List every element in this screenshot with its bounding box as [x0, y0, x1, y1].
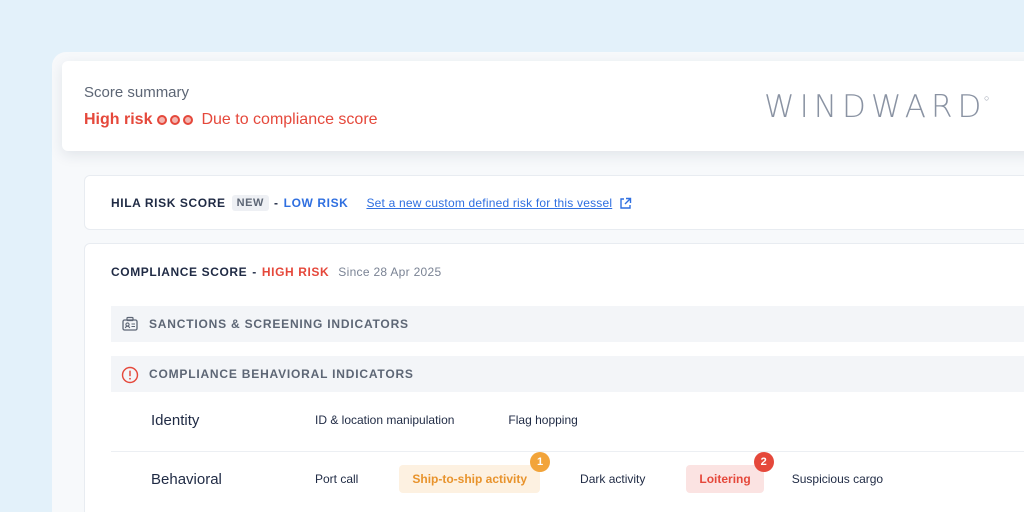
indicator-suspicious-cargo[interactable]: Suspicious cargo	[792, 465, 883, 493]
sanctions-section-title: SANCTIONS & SCREENING INDICATORS	[149, 317, 409, 331]
hila-risk-label: HILA RISK SCORE	[111, 196, 226, 210]
indicator-label: Loitering	[699, 472, 751, 486]
behavioral-section-header[interactable]: COMPLIANCE BEHAVIORAL INDICATORS	[111, 356, 1024, 392]
id-card-icon	[121, 315, 139, 333]
risk-dot	[183, 115, 194, 125]
score-summary-card: Score summary High risk Due to complianc…	[62, 61, 1024, 151]
hila-risk-value: LOW RISK	[283, 196, 349, 210]
custom-risk-link[interactable]: Set a new custom defined risk for this v…	[366, 196, 612, 210]
indicator-id-location-manipulation[interactable]: ID & location manipulation	[315, 406, 454, 434]
compliance-since-date: Since 28 Apr 2025	[338, 265, 442, 279]
compliance-score-label: COMPLIANCE SCORE	[111, 265, 248, 279]
sanctions-section-header[interactable]: SANCTIONS & SCREENING INDICATORS	[111, 306, 1024, 342]
hila-risk-row: HILA RISK SCORE NEW - LOW RISK Set a new…	[111, 195, 632, 211]
windward-logo-mark: ○	[984, 93, 990, 103]
risk-dots-icon	[157, 115, 194, 125]
separator: -	[274, 196, 279, 210]
behavioral-row-label: Behavioral	[151, 470, 222, 488]
hila-risk-card: HILA RISK SCORE NEW - LOW RISK Set a new…	[84, 175, 1024, 230]
risk-dot	[170, 115, 181, 125]
risk-dot	[157, 115, 168, 125]
indicator-port-call[interactable]: Port call	[315, 465, 358, 493]
new-badge: NEW	[231, 195, 270, 211]
external-link-icon[interactable]	[619, 197, 632, 210]
indicator-count-badge: 2	[753, 452, 774, 472]
indicator-label: Ship-to-ship activity	[412, 472, 528, 486]
identity-row-label: Identity	[151, 411, 200, 429]
overall-risk-line: High risk Due to compliance score	[84, 111, 378, 129]
behavioral-row: Behavioral Port call Ship-to-ship activi…	[151, 451, 1024, 507]
compliance-score-card: COMPLIANCE SCORE - HIGH RISK Since 28 Ap…	[84, 243, 1024, 512]
score-summary-title: Score summary	[84, 84, 190, 101]
indicator-flag-hopping[interactable]: Flag hopping	[508, 406, 577, 434]
indicator-dark-activity[interactable]: Dark activity	[580, 465, 645, 493]
behavioral-section-title: COMPLIANCE BEHAVIORAL INDICATORS	[149, 367, 414, 381]
overall-risk-level: High risk	[84, 111, 153, 128]
compliance-score-header: COMPLIANCE SCORE - HIGH RISK Since 28 Ap…	[111, 265, 441, 279]
indicator-loitering[interactable]: Loitering 2	[686, 452, 774, 493]
alert-circle-icon	[121, 365, 139, 384]
compliance-risk-value: HIGH RISK	[261, 265, 330, 279]
indicator-ship-to-ship-activity[interactable]: Ship-to-ship activity 1	[399, 452, 551, 493]
indicator-count-badge: 1	[530, 452, 551, 472]
identity-row: Identity ID & location manipulation Flag…	[151, 392, 1024, 448]
windward-logo: WINDWARD	[764, 89, 987, 125]
separator: -	[252, 265, 257, 279]
risk-reason: Due to compliance score	[201, 111, 378, 128]
